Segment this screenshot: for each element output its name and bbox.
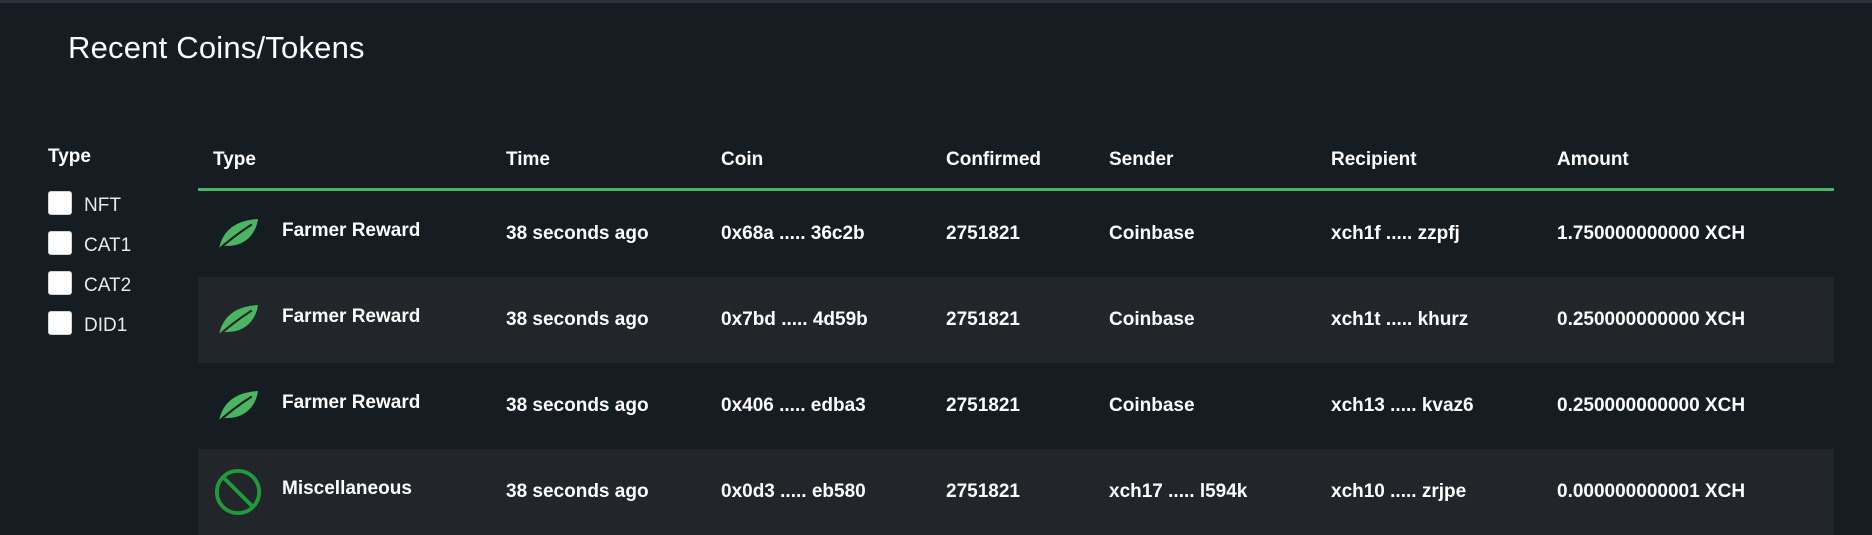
sender-link[interactable]: xch17 ..... l594k	[1109, 449, 1247, 535]
filter-option-nft[interactable]: NFT	[48, 183, 168, 223]
table-row: Farmer Reward 38 seconds ago 0x68a .....…	[198, 191, 1834, 277]
filter-option-did1[interactable]: DID1	[48, 303, 168, 343]
confirmed-block-link[interactable]: 2751821	[946, 191, 1020, 277]
confirmed-block-link[interactable]: 2751821	[946, 449, 1020, 535]
filter-option-label: CAT1	[84, 234, 132, 256]
type-label: Farmer Reward	[282, 392, 421, 413]
time-cell: 38 seconds ago	[506, 309, 649, 330]
table-header: Type Time Coin Confirmed Sender Recipien…	[198, 142, 1834, 191]
table-row: Miscellaneous 38 seconds ago 0x0d3 .....…	[198, 449, 1834, 535]
type-cell: Miscellaneous	[214, 449, 412, 535]
coin-link[interactable]: 0x68a ..... 36c2b	[721, 191, 865, 277]
amount-cell: 0.250000000000 XCH	[1557, 309, 1746, 330]
coins-table: Type Time Coin Confirmed Sender Recipien…	[198, 142, 1834, 535]
cat1-checkbox[interactable]	[48, 231, 72, 255]
amount-cell: 0.000000000001 XCH	[1557, 481, 1746, 502]
filter-option-label: NFT	[84, 194, 121, 216]
type-label: Farmer Reward	[282, 220, 421, 241]
sender-cell: Coinbase	[1109, 223, 1195, 244]
prohibited-icon	[214, 468, 262, 516]
recipient-link[interactable]: xch1t ..... khurz	[1331, 277, 1468, 363]
sender-cell: Coinbase	[1109, 395, 1195, 416]
column-header-amount[interactable]: Amount	[1557, 149, 1629, 171]
confirmed-block-link[interactable]: 2751821	[946, 277, 1020, 363]
column-header-time[interactable]: Time	[506, 149, 550, 171]
type-cell: Farmer Reward	[214, 277, 420, 363]
filter-option-label: CAT2	[84, 274, 132, 296]
leaf-icon	[214, 210, 262, 258]
filter-option-cat1[interactable]: CAT1	[48, 223, 168, 263]
confirmed-block-link[interactable]: 2751821	[946, 363, 1020, 449]
coin-link[interactable]: 0x0d3 ..... eb580	[721, 449, 866, 535]
top-border	[0, 0, 1872, 3]
sender-cell: Coinbase	[1109, 309, 1195, 330]
recipient-link[interactable]: xch10 ..... zrjpe	[1331, 449, 1466, 535]
filter-option-label: DID1	[84, 314, 128, 336]
page-title: Recent Coins/Tokens	[68, 30, 365, 65]
coin-link[interactable]: 0x406 ..... edba3	[721, 363, 866, 449]
table-row: Farmer Reward 38 seconds ago 0x406 .....…	[198, 363, 1834, 449]
type-cell: Farmer Reward	[214, 191, 420, 277]
did1-checkbox[interactable]	[48, 311, 72, 335]
table-row: Farmer Reward 38 seconds ago 0x7bd .....…	[198, 277, 1834, 363]
column-header-type[interactable]: Type	[213, 149, 256, 171]
cat2-checkbox[interactable]	[48, 271, 72, 295]
filter-title: Type	[48, 146, 91, 167]
leaf-icon	[214, 296, 262, 344]
amount-cell: 1.750000000000 XCH	[1557, 223, 1746, 244]
time-cell: 38 seconds ago	[506, 395, 649, 416]
column-header-recipient[interactable]: Recipient	[1331, 149, 1417, 171]
time-cell: 38 seconds ago	[506, 223, 649, 244]
column-header-confirmed[interactable]: Confirmed	[946, 149, 1041, 171]
type-label: Farmer Reward	[282, 306, 421, 327]
recipient-link[interactable]: xch1f ..... zzpfj	[1331, 191, 1460, 277]
leaf-icon	[214, 382, 262, 430]
recipient-link[interactable]: xch13 ..... kvaz6	[1331, 363, 1474, 449]
type-label: Miscellaneous	[282, 478, 412, 499]
column-header-sender[interactable]: Sender	[1109, 149, 1173, 171]
nft-checkbox[interactable]	[48, 191, 72, 215]
amount-cell: 0.250000000000 XCH	[1557, 395, 1746, 416]
type-filter: Type NFT CAT1 CAT2 DID1	[48, 146, 168, 343]
filter-option-cat2[interactable]: CAT2	[48, 263, 168, 303]
coin-link[interactable]: 0x7bd ..... 4d59b	[721, 277, 868, 363]
type-cell: Farmer Reward	[214, 363, 420, 449]
time-cell: 38 seconds ago	[506, 481, 649, 502]
column-header-coin[interactable]: Coin	[721, 149, 763, 171]
